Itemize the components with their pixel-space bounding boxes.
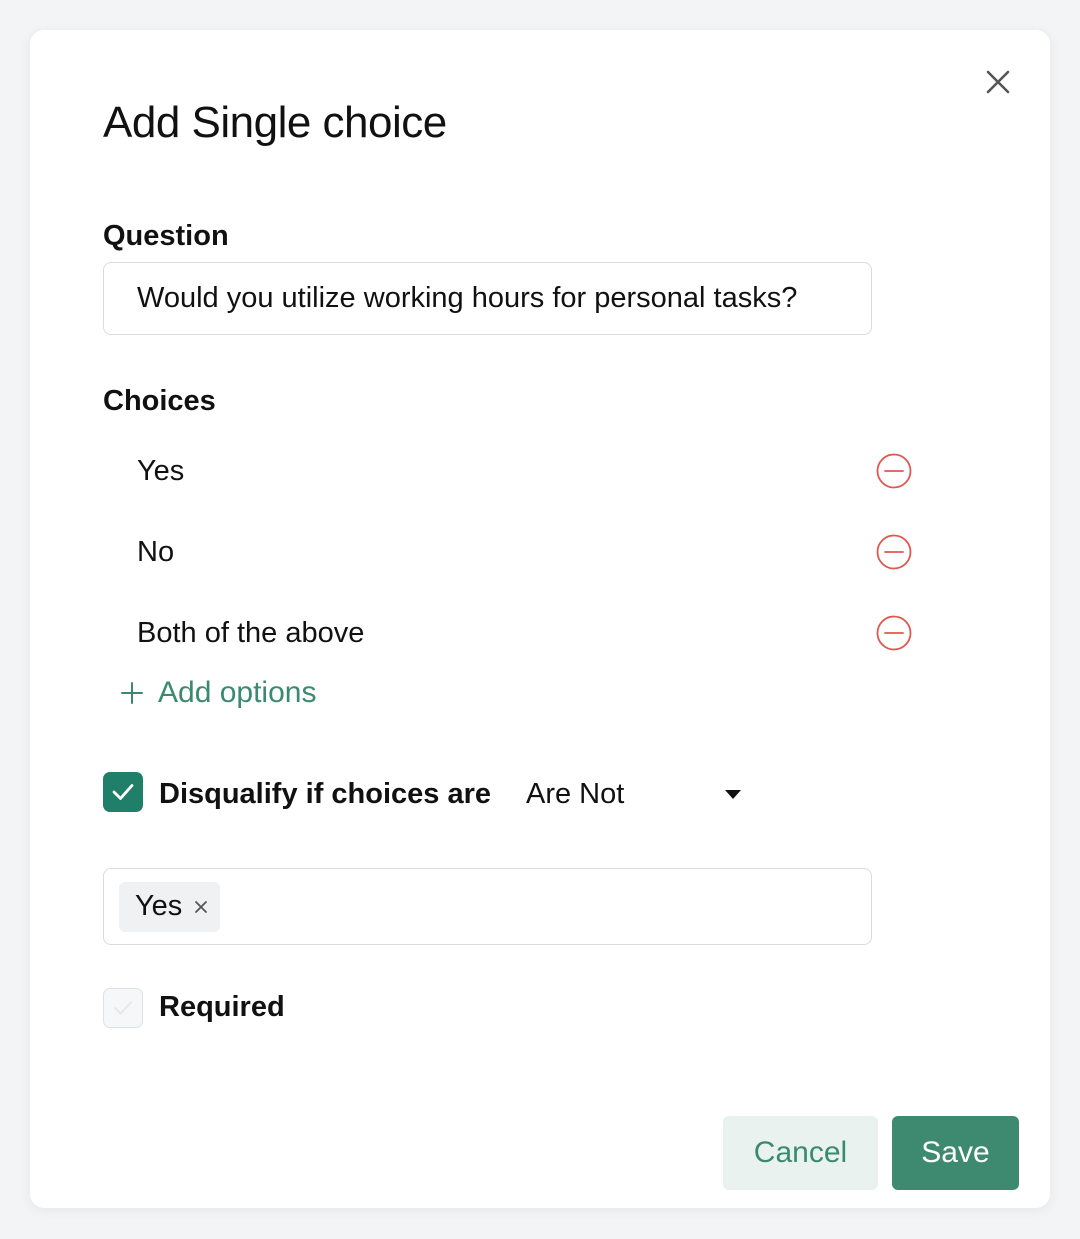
tag-remove-button[interactable] [194,900,208,914]
disqualify-label: Disqualify if choices are [159,778,492,810]
add-options-button[interactable]: Add options [120,676,316,710]
choices-label: Choices [103,385,216,417]
choice-label[interactable]: Yes [137,455,875,488]
selected-tag: Yes [119,881,221,932]
close-icon[interactable] [986,70,1010,94]
disqualify-choices-input[interactable]: Yes [103,868,872,945]
minus-circle-icon[interactable] [875,452,913,490]
choice-row: No [103,522,913,582]
tag-label: Yes [135,890,183,922]
choice-label[interactable]: Both of the above [137,617,875,650]
close-button[interactable] [982,66,1014,98]
remove-choice-button[interactable] [875,614,913,652]
x-icon[interactable] [194,900,208,914]
choice-row: Both of the above [103,603,913,663]
choice-row: Yes [103,441,913,501]
cancel-button[interactable]: Cancel [723,1116,878,1190]
question-input[interactable] [103,262,872,335]
required-checkbox[interactable] [103,988,143,1028]
remove-choice-button[interactable] [875,452,913,490]
minus-circle-icon[interactable] [875,533,913,571]
disqualify-checkbox[interactable] [103,772,143,812]
remove-choice-button[interactable] [875,533,913,571]
required-label: Required [159,991,285,1023]
plus-icon [120,681,144,705]
condition-select-value: Are Not [526,777,625,810]
check-icon [114,1001,132,1015]
choice-label[interactable]: No [137,536,875,569]
modal-title: Add Single choice [103,98,447,147]
save-button[interactable]: Save [892,1116,1019,1190]
condition-select[interactable]: Are Not [526,772,742,816]
check-icon [112,784,134,800]
question-label: Question [103,220,229,252]
add-options-label: Add options [158,676,317,709]
add-single-choice-modal: Add Single choice Question Choices Yes N… [30,30,1050,1208]
minus-circle-icon[interactable] [875,614,913,652]
caret-down-icon [725,790,741,799]
